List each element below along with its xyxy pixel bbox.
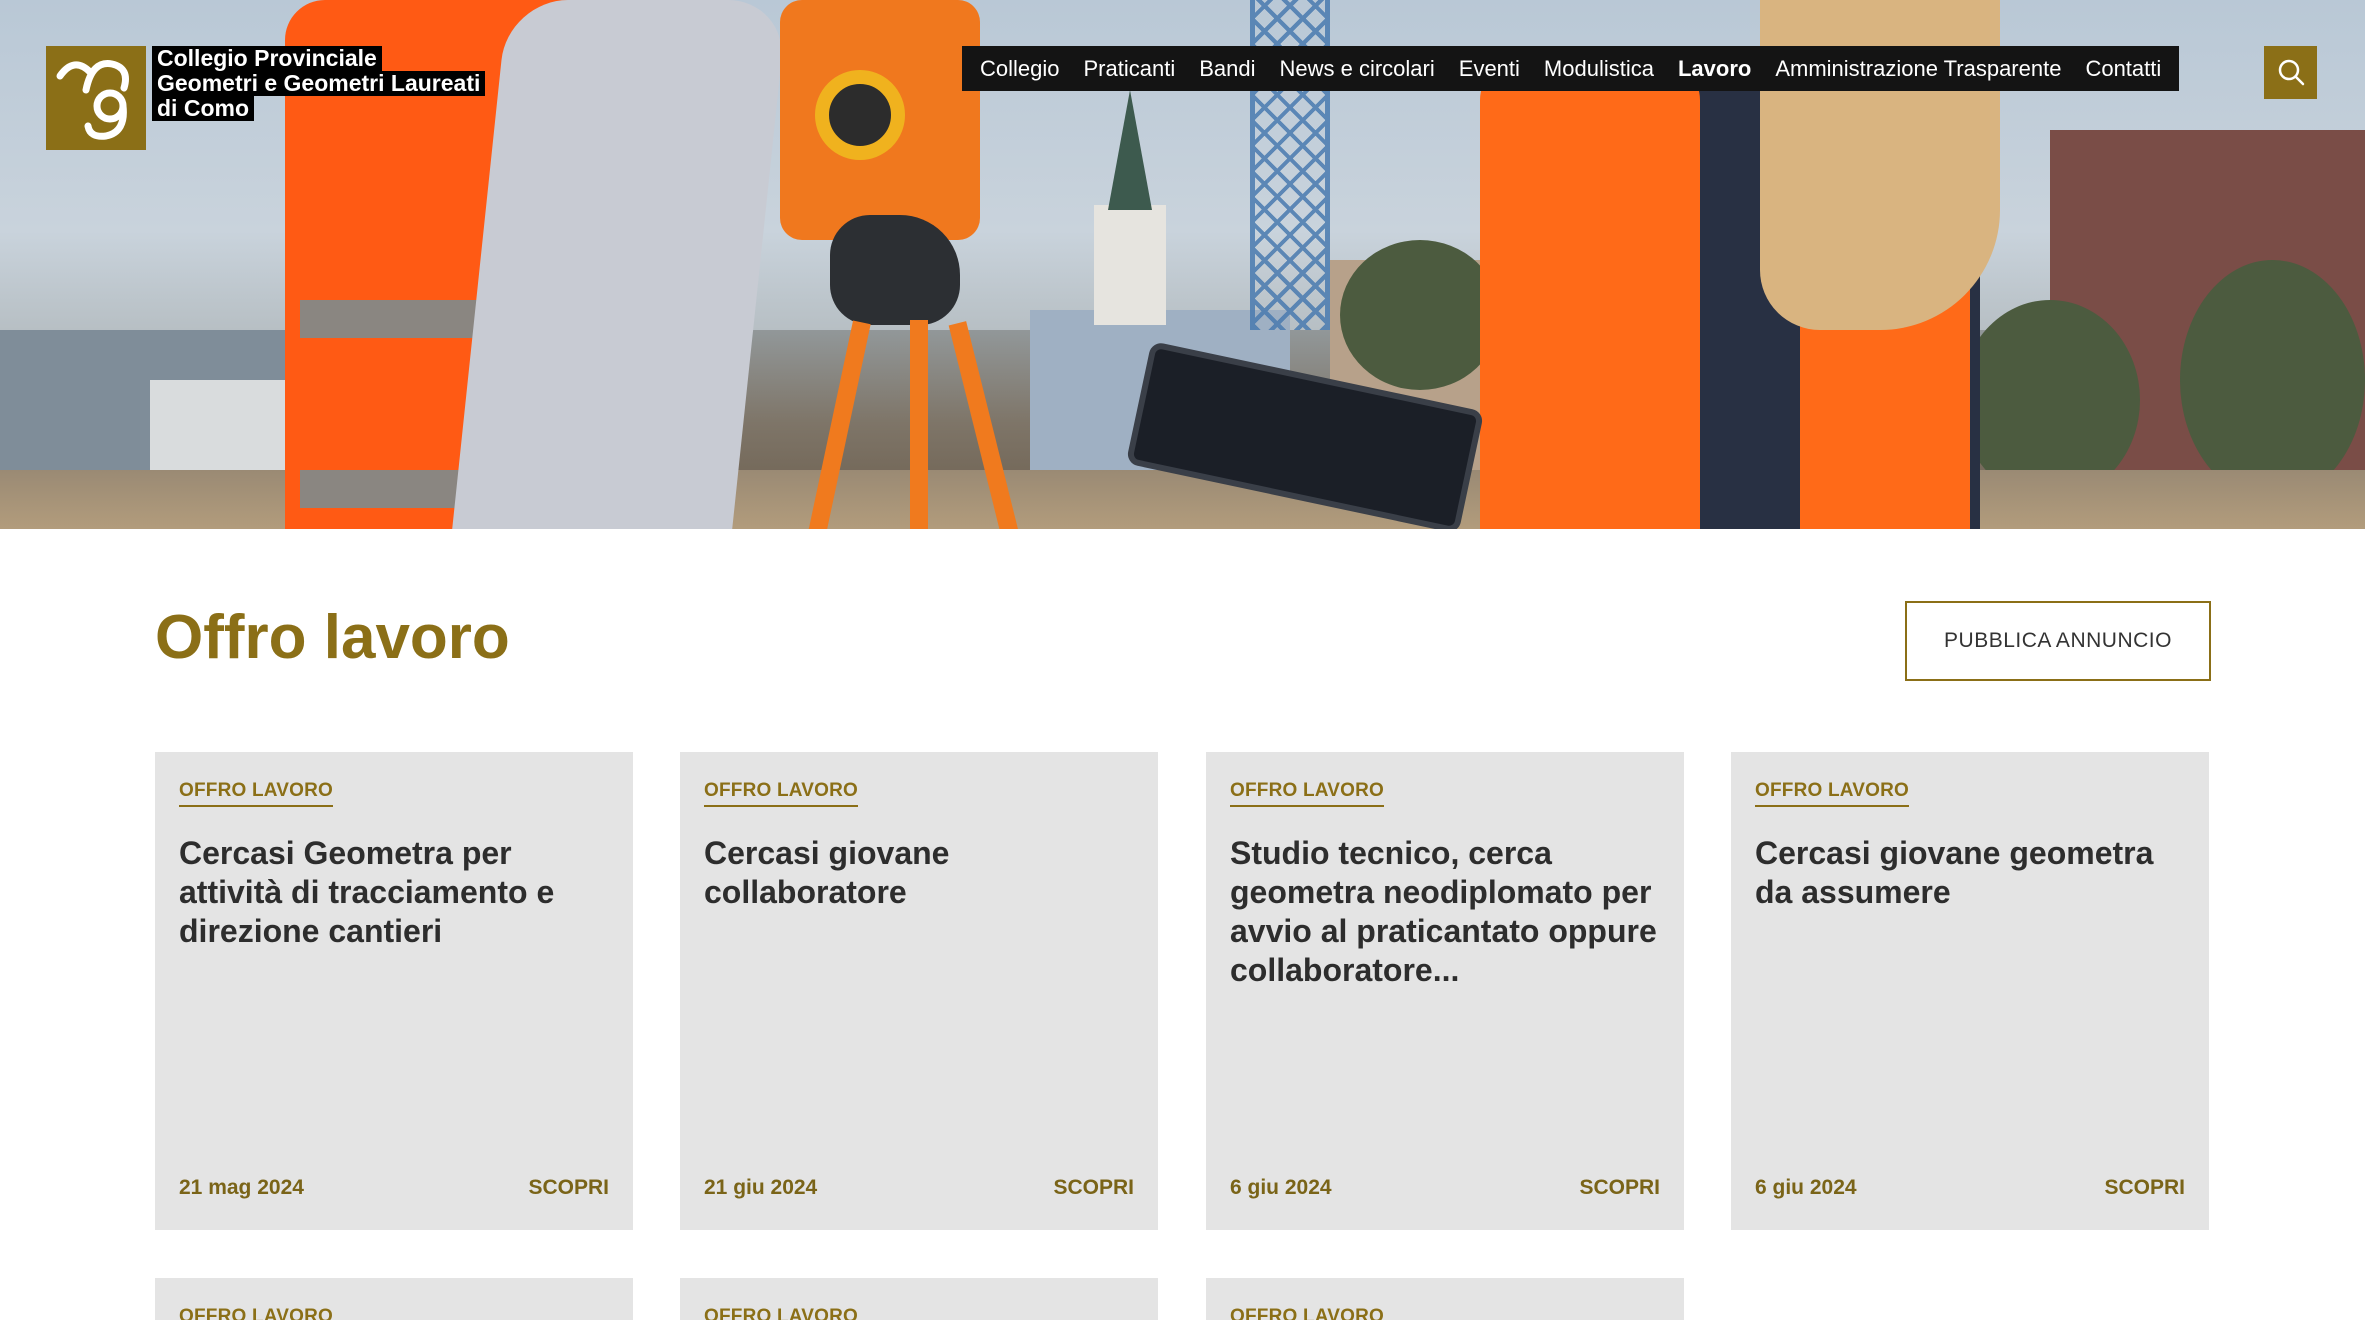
nav-item-bandi[interactable]: Bandi	[1187, 46, 1267, 91]
hero-church-spire	[1108, 90, 1152, 210]
card-title[interactable]: Cercasi Geometra per attività di traccia…	[179, 834, 609, 951]
logo-line-3: di Como	[152, 96, 254, 121]
job-card[interactable]: OFFRO LAVORO Cercasi Geometra per attivi…	[155, 752, 633, 1230]
card-category-link[interactable]: OFFRO LAVORO	[179, 780, 334, 807]
card-category-link[interactable]: OFFRO LAVORO	[1230, 1306, 1384, 1320]
page-title: Offro lavoro	[155, 603, 510, 672]
card-category-link[interactable]: OFFRO LAVORO	[179, 1306, 333, 1320]
job-card[interactable]: OFFRO LAVORO	[680, 1278, 1158, 1320]
card-category-link[interactable]: OFFRO LAVORO	[704, 780, 859, 807]
card-date: 6 giu 2024	[1755, 1176, 1857, 1199]
search-button[interactable]	[2264, 46, 2317, 99]
job-card[interactable]: OFFRO LAVORO Cercasi giovane collaborato…	[680, 752, 1158, 1230]
nav-item-lavoro[interactable]: Lavoro	[1666, 46, 1763, 91]
nav-item-collegio[interactable]: Collegio	[968, 46, 1072, 91]
card-title[interactable]: Cercasi giovane geometra da assumere	[1755, 834, 2185, 912]
job-card[interactable]: OFFRO LAVORO Cercasi giovane geometra da…	[1731, 752, 2209, 1230]
nav-item-contatti[interactable]: Contatti	[2073, 46, 2173, 91]
card-date: 6 giu 2024	[1230, 1176, 1332, 1199]
job-card[interactable]: OFFRO LAVORO	[155, 1278, 633, 1320]
card-category-link[interactable]: OFFRO LAVORO	[704, 1306, 858, 1320]
hero-theodolite-lens	[815, 70, 905, 160]
card-discover-link[interactable]: SCOPRI	[528, 1176, 609, 1200]
hero-tripod-leg	[910, 320, 928, 529]
card-discover-link[interactable]: SCOPRI	[2104, 1176, 2185, 1200]
logo-text: Collegio Provinciale Geometri e Geometri…	[152, 46, 486, 121]
card-discover-link[interactable]: SCOPRI	[1579, 1176, 1660, 1200]
card-category-link[interactable]: OFFRO LAVORO	[1755, 780, 1910, 807]
publish-announcement-button[interactable]: PUBBLICA ANNUNCIO	[1905, 601, 2211, 681]
card-date: 21 giu 2024	[704, 1176, 818, 1199]
search-icon	[2278, 59, 2304, 85]
logo-line-1: Collegio Provinciale	[152, 46, 382, 71]
nav-item-praticanti[interactable]: Praticanti	[1072, 46, 1188, 91]
nav-item-news-e-circolari[interactable]: News e circolari	[1268, 46, 1447, 91]
card-date: 21 mag 2024	[179, 1176, 304, 1199]
card-discover-link[interactable]: SCOPRI	[1053, 1176, 1134, 1200]
job-card[interactable]: OFFRO LAVORO	[1206, 1278, 1684, 1320]
nav-item-amministrazione-trasparente[interactable]: Amministrazione Trasparente	[1763, 46, 2073, 91]
site-logo[interactable]: Collegio Provinciale Geometri e Geometri…	[46, 46, 486, 150]
card-title[interactable]: Studio tecnico, cerca geometra neodiplom…	[1230, 834, 1660, 990]
hero-worker-arm	[452, 0, 788, 529]
hero-church-tower	[1094, 205, 1166, 325]
card-category-link[interactable]: OFFRO LAVORO	[1230, 780, 1385, 807]
nav-item-eventi[interactable]: Eventi	[1447, 46, 1532, 91]
nav-item-modulistica[interactable]: Modulistica	[1532, 46, 1666, 91]
hero-tree	[2180, 260, 2365, 500]
card-title[interactable]: Cercasi giovane collaboratore	[704, 834, 1134, 912]
hero-tree	[1340, 240, 1500, 390]
main-navigation: Collegio Praticanti Bandi News e circola…	[962, 46, 2180, 91]
logo-line-2: Geometri e Geometri Laureati	[152, 71, 486, 96]
logo-mark-icon	[46, 46, 146, 150]
hero-vest	[1480, 60, 1700, 529]
hero-glove	[830, 215, 960, 325]
job-card[interactable]: OFFRO LAVORO Studio tecnico, cerca geome…	[1206, 752, 1684, 1230]
